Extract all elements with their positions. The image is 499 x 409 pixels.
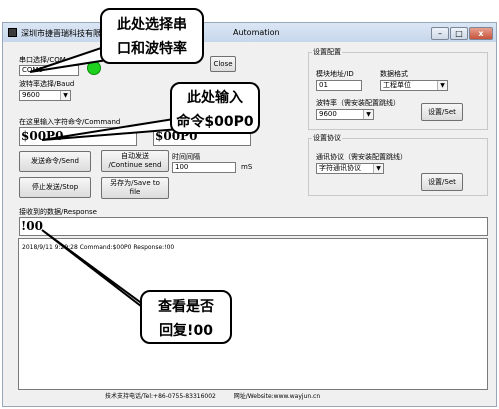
response-label: 接收到的数据/Response [19,208,97,216]
chevron-down-icon: ▼ [373,164,383,173]
callout-port-baud: 此处选择串 口和波特率 [100,8,204,64]
response-value: !00 [21,219,43,233]
baud-select[interactable]: 9600 ▼ [19,90,71,101]
chevron-down-icon: ▼ [437,81,447,90]
interval-unit: mS [241,163,253,171]
connection-status-led [87,61,101,75]
chevron-down-icon: ▼ [363,110,373,119]
callout-port-baud-line2: 口和波特率 [117,41,187,57]
port-value: COM6 [22,66,43,74]
baud-label: 波特率选择/Baud [19,80,75,88]
data-format-label: 数据格式 [380,70,408,78]
config-baud-select[interactable]: 9600 ▼ [316,109,374,120]
interval-label: 时间间隔 [172,153,200,161]
protocol-label: 通讯协议（需安装配置跳线） [316,153,407,161]
window-title-suffix: Automation [233,28,280,37]
maximize-button[interactable]: □ [450,27,468,40]
callout-port-baud-line1: 此处选择串 [117,17,187,33]
stop-button[interactable]: 停止发送/Stop [19,177,91,198]
save-to-file-button[interactable]: 另存为/Save to file [101,177,169,199]
config-baud-value: 9600 [319,110,337,118]
config-set-button[interactable]: 设置/Set [421,103,463,121]
module-id-value: 01 [319,81,328,89]
interval-value: 100 [175,163,189,171]
port-label: 串口选择/COM [19,56,66,64]
callout-command: 此处输入 命令$00P0 [170,82,260,134]
title-bar: 深圳市捷晋瑞科技有限公 Automation – □ x [2,22,497,42]
command-label: 在这里输入字符命令/Command [19,118,121,126]
save-label-1: 另存为/Save to [110,179,160,187]
callout-response-line1: 查看是否 [158,299,214,315]
support-phone: 技术支持电话/Tel:+86-0755-83316002 [105,393,216,400]
command-value: $00P0 [21,129,64,143]
data-format-select[interactable]: 工程单位 ▼ [380,80,448,91]
app-icon [8,28,17,37]
auto-send-button[interactable]: 自动发送 /Continue send [101,150,169,172]
callout-command-line2: 命令$00P0 [176,114,254,130]
send-button[interactable]: 发送命令/Send [19,151,91,172]
interval-input[interactable]: 100 [172,162,236,173]
callout-response-line2: 回复!00 [159,323,213,339]
auto-send-label-1: 自动发送 [121,152,149,160]
config-group-title: 设置配置 [312,47,342,57]
log-panel[interactable]: 2018/9/11 9:29:28 Command:$00P0 Response… [18,238,488,390]
log-line: 2018/9/11 9:29:28 Command:$00P0 Response… [22,244,175,251]
save-label-2: file [129,188,141,196]
protocol-set-button[interactable]: 设置/Set [421,173,463,191]
protocol-select[interactable]: 字符通讯协议 ▼ [316,163,384,174]
module-id-input[interactable]: 01 [316,80,362,91]
protocol-group-title: 设置协议 [312,133,342,143]
config-baud-label: 波特率（需安装配置跳线） [316,99,400,107]
command-input[interactable]: $00P0 [19,127,137,146]
footer-support: 技术支持电话/Tel:+86-0755-83316002 网址/Website:… [105,391,320,400]
website: 网址/Website:www.wayjun.cn [233,393,321,400]
chevron-down-icon: ▼ [60,91,70,100]
protocol-value: 字符通讯协议 [319,164,361,172]
response-field: !00 [19,217,488,236]
close-port-button[interactable]: Close [210,56,236,72]
callout-command-line1: 此处输入 [187,90,243,106]
minimize-button[interactable]: – [431,27,449,40]
auto-send-label-2: /Continue send [108,161,162,169]
data-format-value: 工程单位 [383,81,411,89]
callout-response: 查看是否 回复!00 [140,290,232,344]
port-select[interactable]: COM6 [19,65,79,76]
window-title: 深圳市捷晋瑞科技有限公 [21,29,109,38]
close-window-button[interactable]: x [469,27,493,40]
baud-value: 9600 [22,91,40,99]
module-id-label: 模块地址/ID [316,70,354,78]
